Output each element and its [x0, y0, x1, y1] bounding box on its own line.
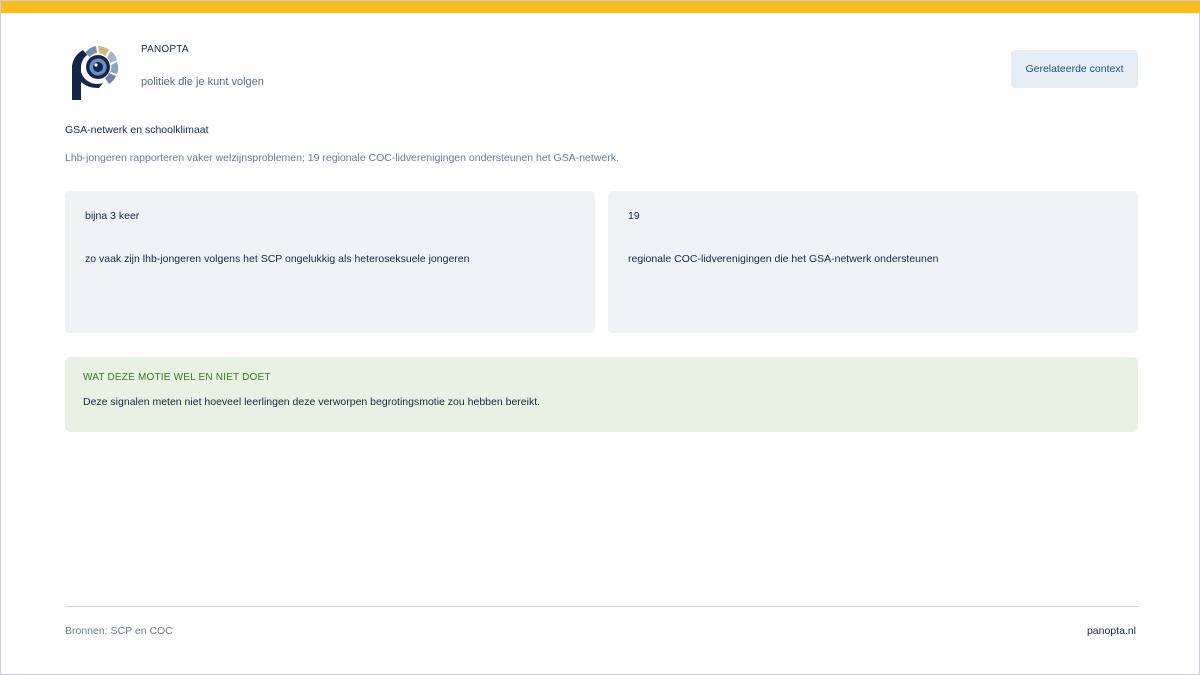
stat-description: zo vaak zijn lhb-jongeren volgens het SC…	[85, 253, 470, 265]
stat-card-unhappiness: bijna 3 keer zo vaak zijn lhb-jongeren v…	[65, 191, 595, 333]
page-frame: PANOPTA politiek die je kunt volgen Gere…	[0, 0, 1200, 675]
panopta-eye-logo-icon	[72, 45, 119, 100]
stat-value: bijna 3 keer	[85, 210, 140, 222]
sources-text: Bronnen: SCP en COC	[65, 625, 173, 637]
page-subtitle: Lhb-jongeren rapporteren vaker welzijnsp…	[65, 152, 619, 164]
accent-top-bar	[1, 1, 1200, 13]
footer-divider	[65, 606, 1138, 607]
note-text: Deze signalen meten niet hoeveel leerlin…	[83, 396, 541, 408]
brand-tagline: politiek die je kunt volgen	[141, 76, 264, 88]
brand-name: PANOPTA	[141, 44, 189, 55]
site-link[interactable]: panopta.nl	[1087, 625, 1136, 637]
related-context-button[interactable]: Gerelateerde context	[1011, 50, 1138, 88]
page-title: GSA-netwerk en schoolklimaat	[65, 124, 209, 136]
stat-description: regionale COC-lidverenigingen die het GS…	[628, 253, 939, 265]
stat-card-coc-members: 19 regionale COC-lidverenigingen die het…	[608, 191, 1138, 333]
stat-value: 19	[628, 210, 640, 222]
note-label: WAT DEZE MOTIE WEL EN NIET DOET	[83, 372, 271, 383]
motion-scope-note: WAT DEZE MOTIE WEL EN NIET DOET Deze sig…	[65, 357, 1138, 432]
